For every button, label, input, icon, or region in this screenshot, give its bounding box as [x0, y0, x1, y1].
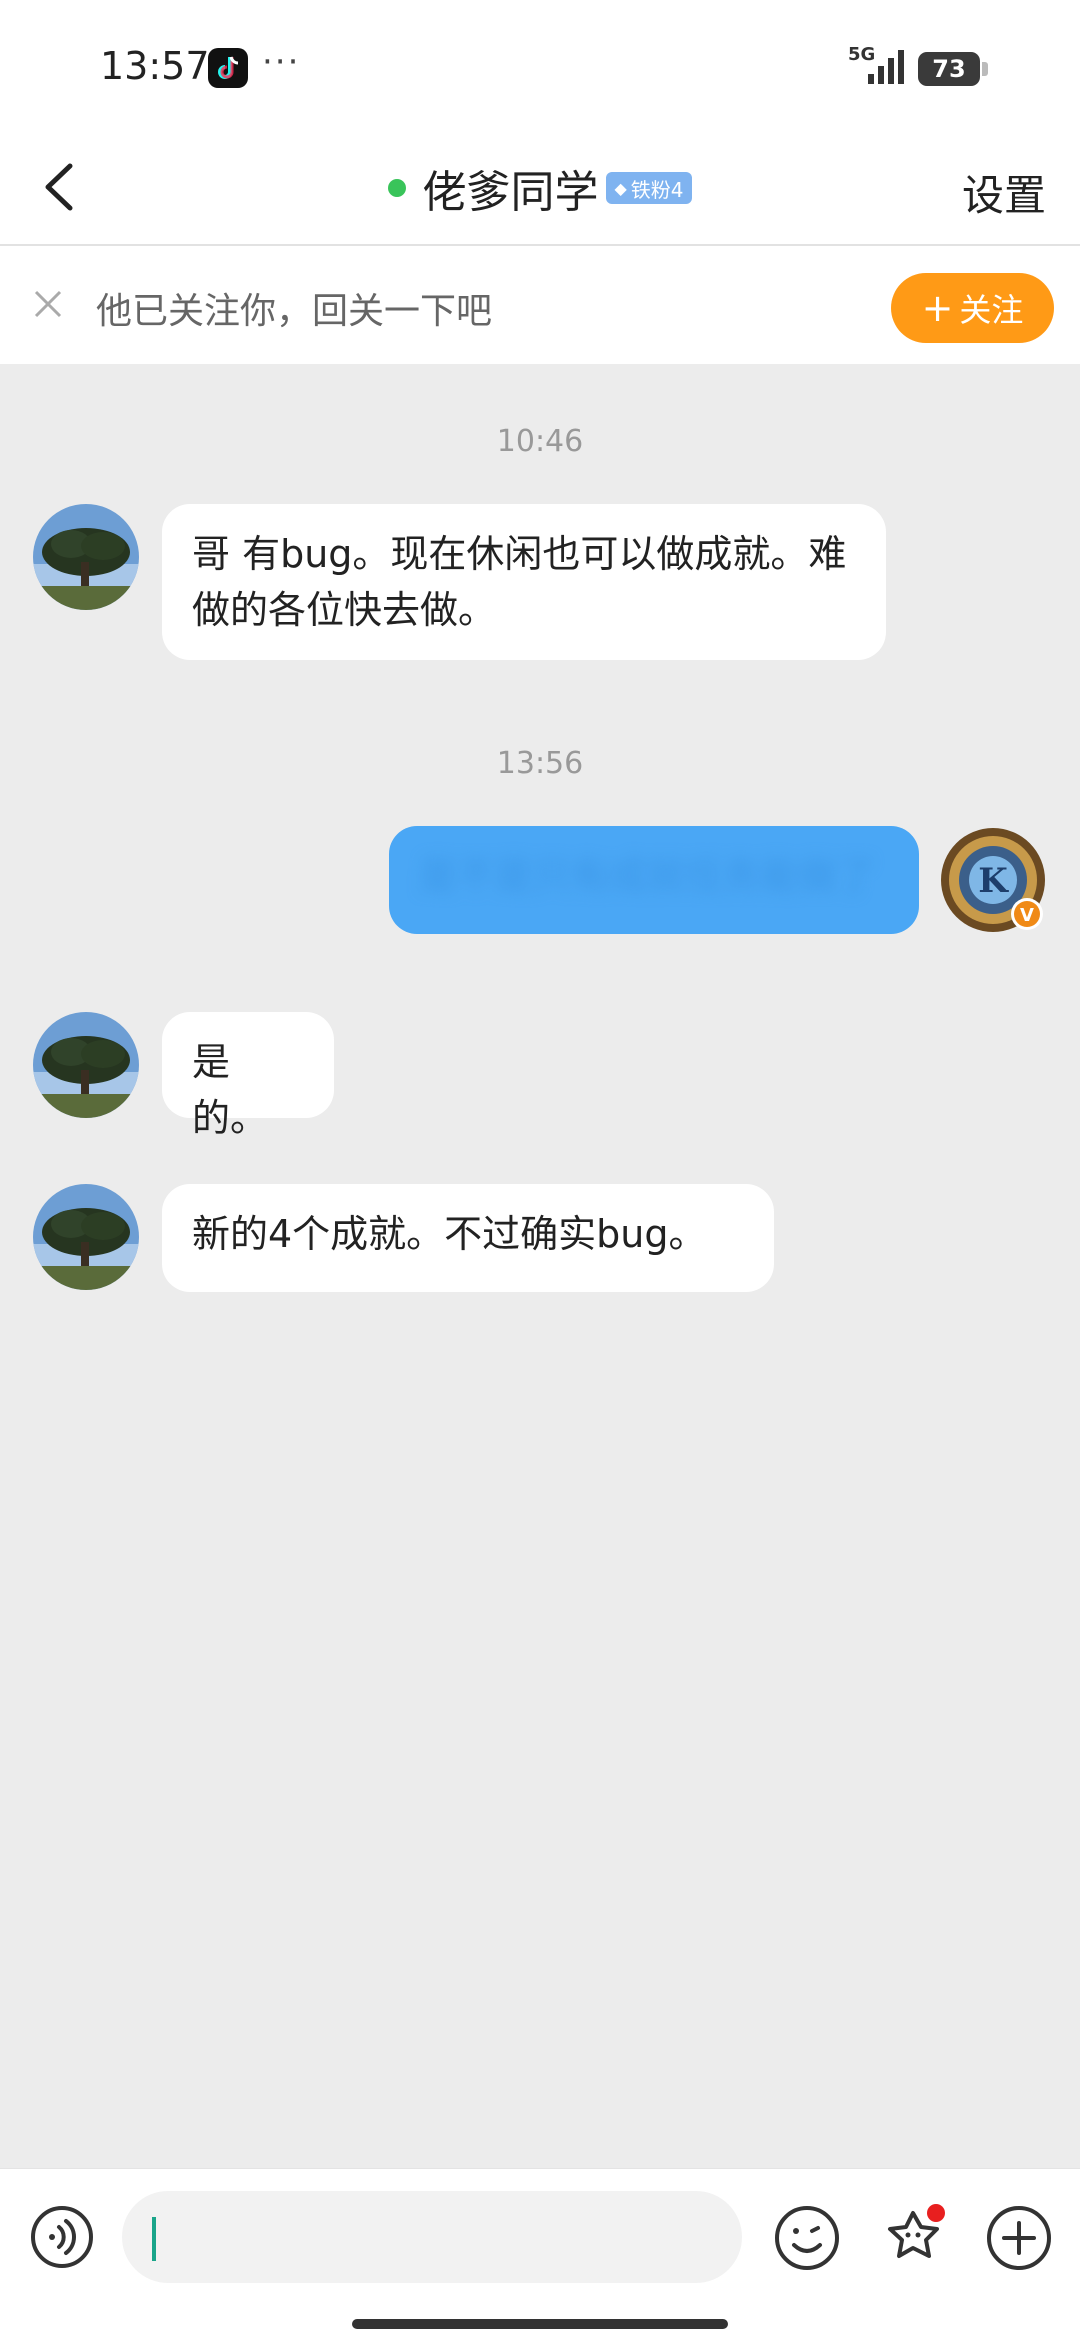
nav-bar: 佬爹同学 ◆ 铁粉4 设置: [0, 130, 1080, 246]
message-bubble-sent[interactable]: 是不是只有成就任务能做了: [389, 826, 919, 934]
chat-title: 佬爹同学: [422, 167, 599, 218]
back-icon[interactable]: [28, 152, 98, 222]
message-text: 是的。: [192, 1040, 269, 1140]
diamond-icon: ◆: [614, 178, 627, 198]
message-text: 哥 有bug。现在休闲也可以做成就。难做的各位快去做。: [192, 532, 847, 632]
status-bar: 13:57 ··· 5G 73: [0, 0, 1080, 130]
status-more-icon: ···: [262, 42, 301, 82]
status-time: 13:57: [100, 44, 210, 88]
settings-button[interactable]: 设置: [962, 162, 1046, 223]
contact-avatar[interactable]: [33, 1184, 139, 1290]
online-status-dot: [388, 179, 407, 197]
tiktok-icon: [208, 48, 248, 88]
text-caret: [152, 2217, 156, 2261]
emoji-icon[interactable]: [774, 2205, 840, 2271]
plus-icon: +: [921, 286, 954, 330]
close-icon[interactable]: [30, 286, 66, 322]
fan-badge: ◆ 铁粉4: [606, 172, 692, 204]
contact-avatar[interactable]: [33, 1012, 139, 1118]
self-avatar[interactable]: K V: [939, 826, 1047, 934]
battery-icon: 73: [918, 52, 988, 86]
signal-icon: [868, 50, 904, 84]
follow-button[interactable]: + 关注: [891, 273, 1054, 343]
home-indicator[interactable]: [352, 2319, 728, 2329]
title-area[interactable]: 佬爹同学 ◆ 铁粉4: [0, 130, 1080, 246]
svg-text:K: K: [978, 861, 1009, 901]
voice-icon[interactable]: [30, 2205, 94, 2269]
input-bar: [0, 2168, 1080, 2348]
sticker-icon[interactable]: [878, 2203, 948, 2273]
message-bubble-received[interactable]: 是的。: [162, 1012, 334, 1140]
follow-prompt-text: 他已关注你，回关一下吧: [96, 291, 493, 332]
message-bubble-received[interactable]: 哥 有bug。现在休闲也可以做成就。难做的各位快去做。: [162, 504, 886, 660]
plus-icon[interactable]: [986, 2205, 1052, 2271]
message-input[interactable]: [122, 2191, 742, 2283]
message-text-blurred: 是不是只有成就任务能做了: [419, 854, 876, 898]
fan-badge-label: 铁粉4: [630, 177, 684, 202]
follow-button-label: 关注: [959, 291, 1024, 329]
follow-prompt-bar: 他已关注你，回关一下吧 + 关注: [0, 246, 1080, 364]
svg-text:V: V: [1020, 905, 1034, 926]
contact-avatar[interactable]: [33, 504, 139, 610]
message-text: 新的4个成就。不过确实bug。: [192, 1212, 707, 1256]
message-bubble-received[interactable]: 新的4个成就。不过确实bug。: [162, 1184, 774, 1292]
chat-timestamp: 10:46: [496, 424, 584, 459]
chat-timestamp: 13:56: [496, 746, 584, 781]
